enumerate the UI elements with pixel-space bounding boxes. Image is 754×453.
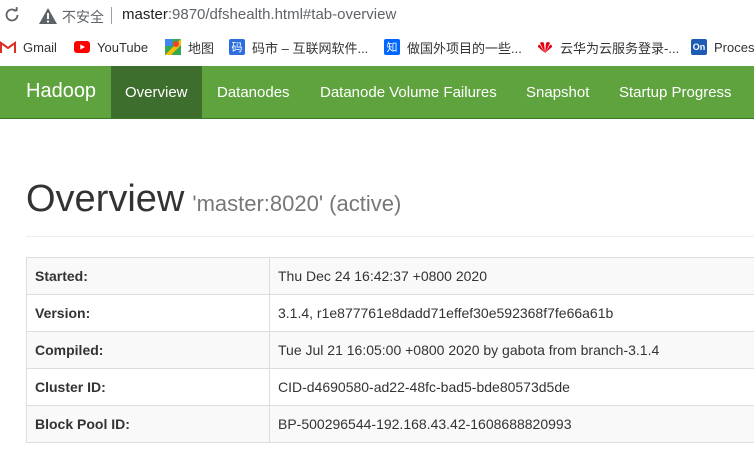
url-field[interactable]: master:9870/dfshealth.html#tab-overview [122, 6, 396, 23]
security-label[interactable]: 不安全 [62, 7, 104, 27]
row-value: CID-d4690580-ad22-48fc-bad5-bde80573d5de [269, 368, 754, 406]
bookmark-label: 云华为云服务登录-... [560, 40, 680, 56]
bookmark-label: 做国外项目的一些... [407, 40, 522, 56]
bookmark-zhihu[interactable]: 知 做国外项目的一些... [384, 33, 522, 61]
bookmark-huawei[interactable]: 云华为云服务登录-... [537, 33, 679, 61]
heading-divider [26, 236, 754, 237]
tab-datanode-volume-failures[interactable]: Datanode Volume Failures [320, 66, 497, 118]
huawei-icon [537, 39, 553, 55]
bookmarks-bar: Gmail YouTube 地图 码 码市 – 互联网软件... 知 做国外项目… [0, 33, 754, 61]
brand-logo[interactable]: Hadoop [26, 80, 96, 103]
onenote-icon: On [691, 39, 707, 55]
zhihu-icon: 知 [384, 39, 400, 55]
row-key: Compiled: [26, 331, 270, 369]
table-row: Version: 3.1.4, r1e877761e8dadd71effef30… [26, 294, 754, 332]
bookmark-youtube[interactable]: YouTube [74, 33, 148, 61]
row-value: Tue Jul 21 16:05:00 +0800 2020 by gabota… [269, 331, 754, 369]
bookmark-label: Proces [714, 39, 754, 55]
row-key: Block Pool ID: [26, 405, 270, 443]
overview-table: Started: Thu Dec 24 16:42:37 +0800 2020 … [26, 257, 754, 443]
table-row: Cluster ID: CID-d4690580-ad22-48fc-bad5-… [26, 368, 754, 406]
warning-icon[interactable] [38, 6, 58, 26]
address-bar: 不安全 master:9870/dfshealth.html#tab-overv… [0, 0, 754, 32]
hadoop-navbar: Hadoop Overview Datanodes Datanode Volum… [0, 66, 754, 119]
row-value: Thu Dec 24 16:42:37 +0800 2020 [269, 257, 754, 295]
reload-icon[interactable] [2, 5, 22, 25]
page-subtitle: 'master:8020' (active) [192, 191, 402, 216]
bookmark-gmail[interactable]: Gmail [0, 33, 57, 61]
page-title: Overview 'master:8020' (active) [26, 177, 401, 226]
bookmark-label: 地图 [188, 40, 215, 56]
tab-snapshot[interactable]: Snapshot [526, 66, 589, 118]
page-title-text: Overview [26, 178, 185, 220]
tab-overview[interactable]: Overview [111, 66, 202, 118]
table-row: Started: Thu Dec 24 16:42:37 +0800 2020 [26, 257, 754, 295]
url-host: master [122, 6, 168, 23]
tab-startup-progress[interactable]: Startup Progress [619, 66, 732, 118]
youtube-icon [74, 39, 90, 55]
bookmark-maps[interactable]: 地图 [165, 33, 214, 61]
gmail-icon [0, 39, 16, 55]
row-value: BP-500296544-192.168.43.42-1608688820993 [269, 405, 754, 443]
bookmark-mashi[interactable]: 码 码市 – 互联网软件... [229, 33, 368, 61]
address-separator [111, 7, 112, 24]
table-row: Block Pool ID: BP-500296544-192.168.43.4… [26, 405, 754, 443]
tab-datanodes[interactable]: Datanodes [217, 66, 290, 118]
bookmark-label: Gmail [23, 39, 57, 55]
bookmark-process[interactable]: On Proces [691, 33, 754, 61]
maps-icon [165, 39, 181, 55]
bookmark-label: 码市 – 互联网软件... [252, 40, 369, 56]
row-key: Version: [26, 294, 270, 332]
url-path: :9870/dfshealth.html#tab-overview [167, 6, 397, 23]
mashi-icon: 码 [229, 39, 245, 55]
row-key: Cluster ID: [26, 368, 270, 406]
table-row: Compiled: Tue Jul 21 16:05:00 +0800 2020… [26, 331, 754, 369]
row-value: 3.1.4, r1e877761e8dadd71effef30e592368f7… [269, 294, 754, 332]
row-key: Started: [26, 257, 270, 295]
bookmark-label: YouTube [97, 39, 149, 55]
